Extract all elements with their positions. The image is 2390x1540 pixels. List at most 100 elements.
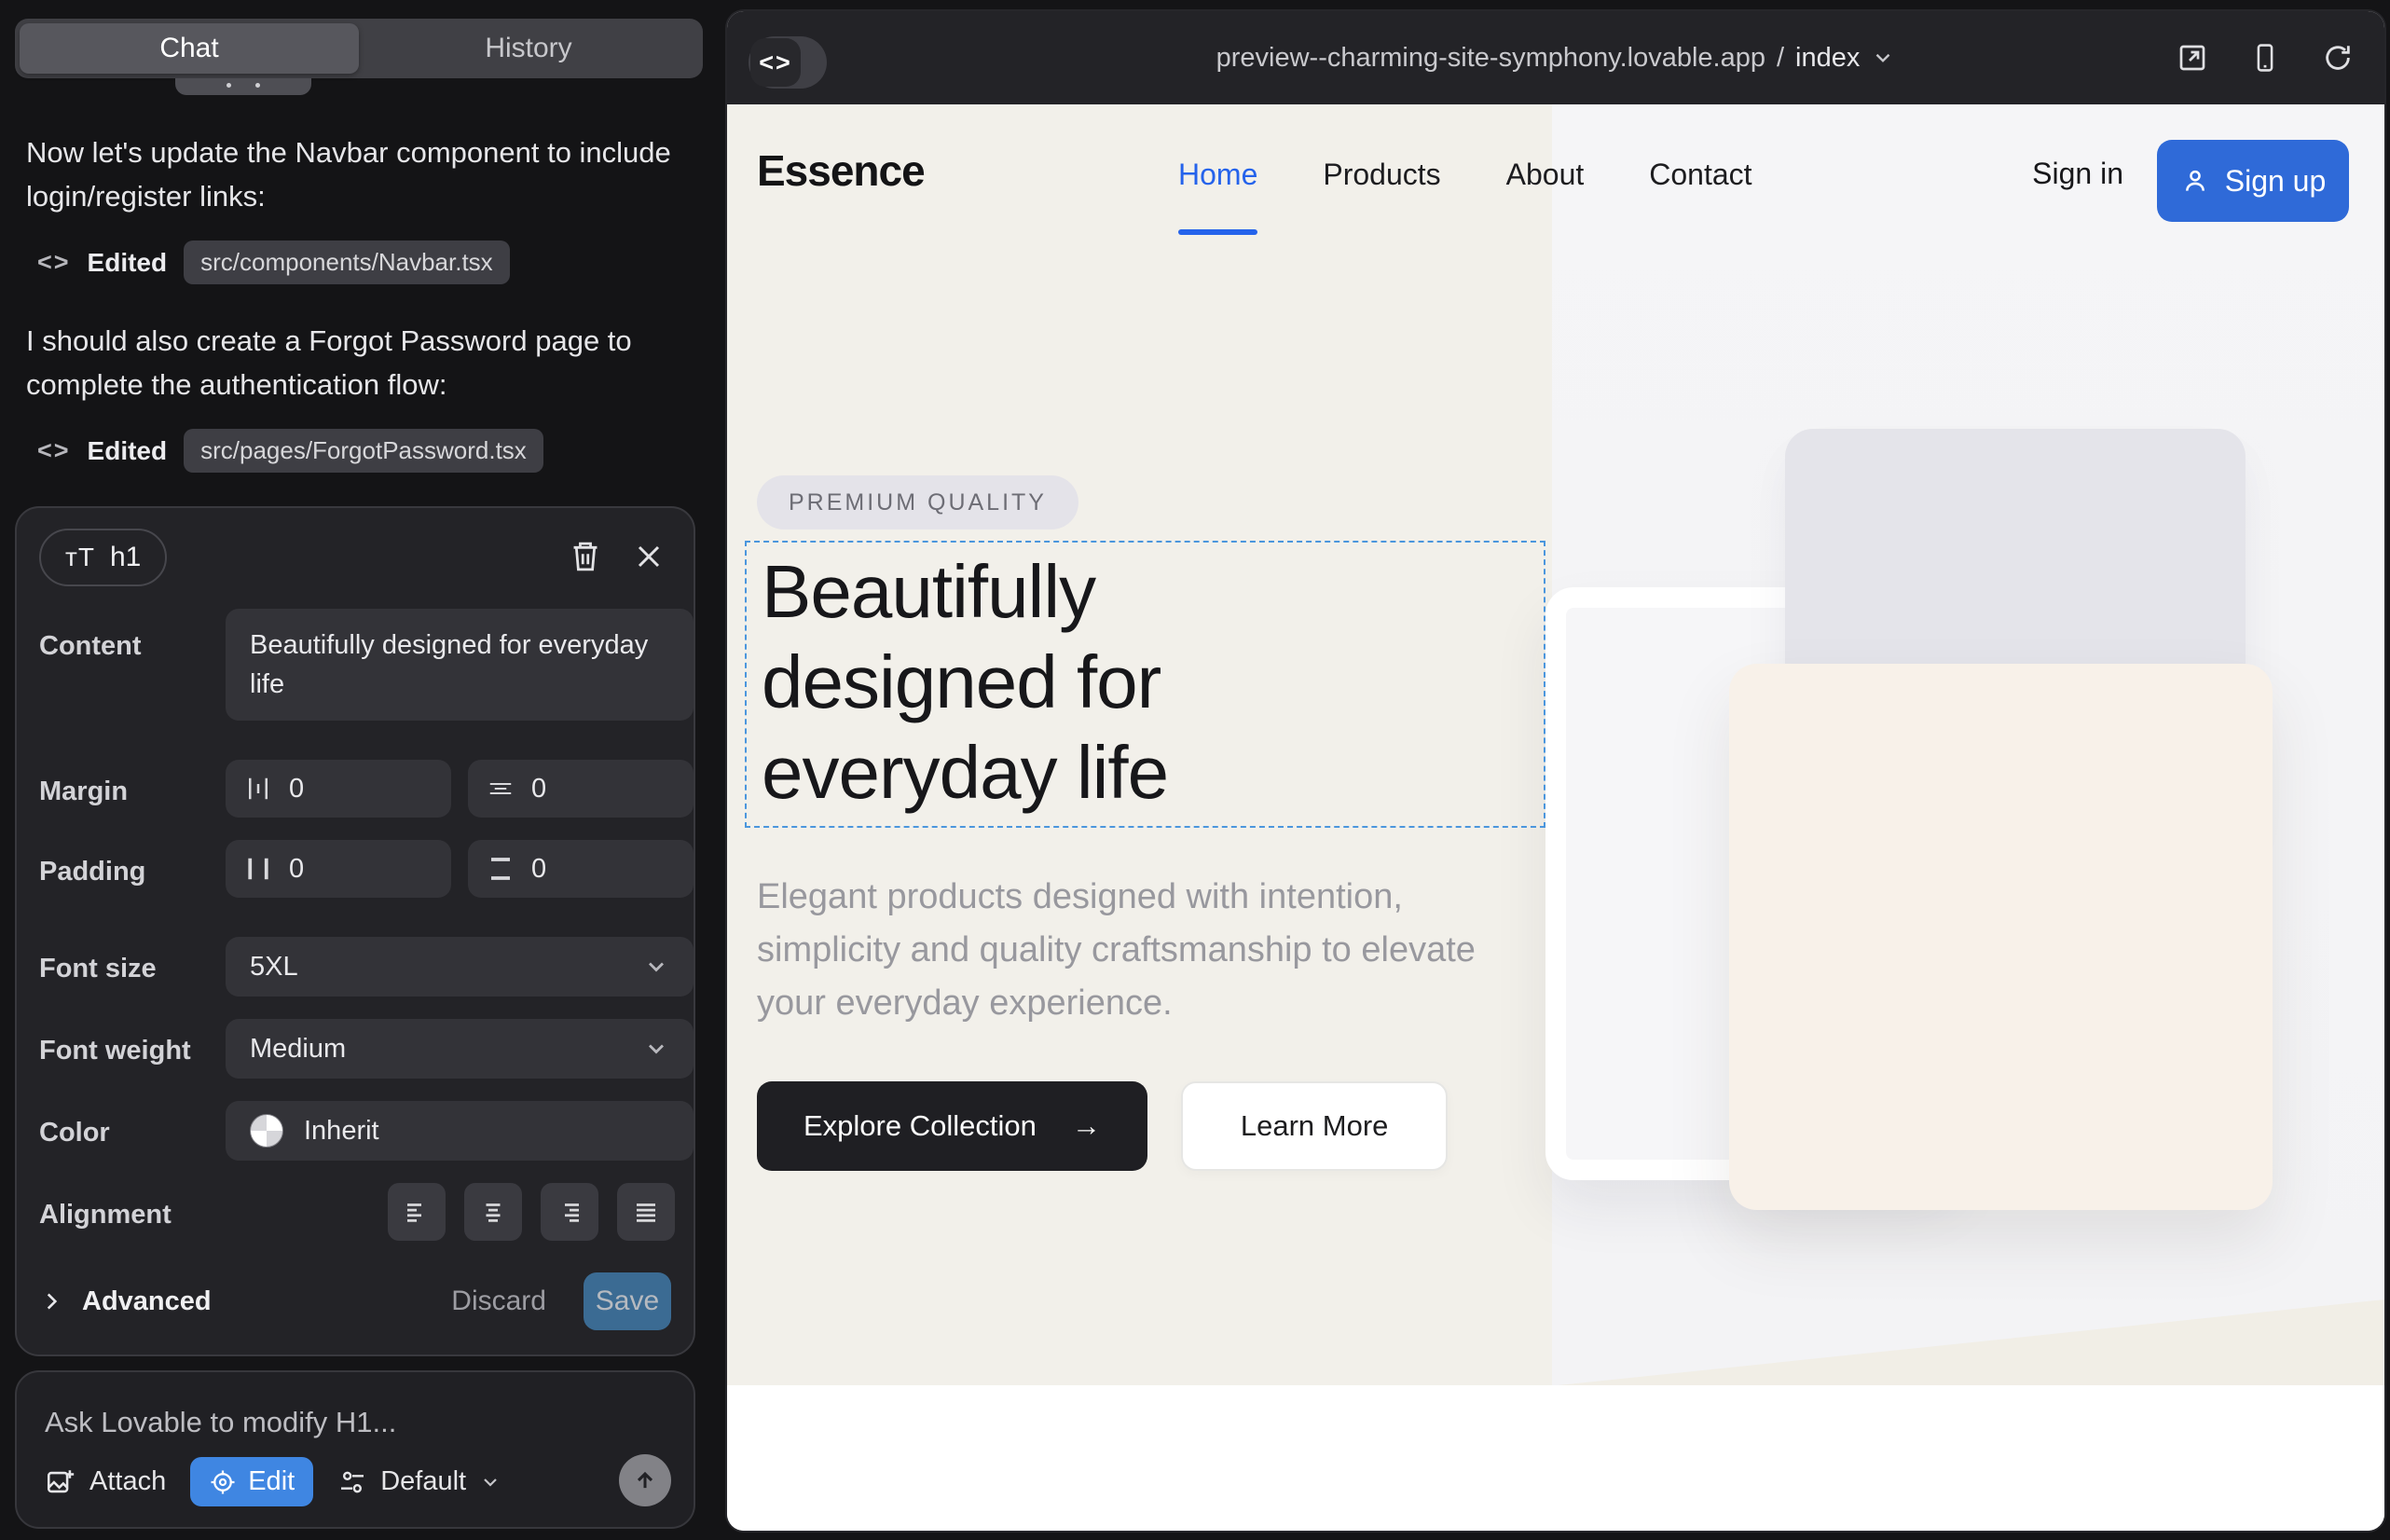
chat-history-tabbar: Chat History bbox=[15, 19, 703, 78]
close-icon bbox=[639, 547, 658, 566]
edit-mode-button[interactable]: Edit bbox=[190, 1457, 313, 1506]
padding-vertical-icon bbox=[487, 855, 515, 883]
preview-toolbar: <> preview--charming-site-symphony.lovab… bbox=[727, 11, 2384, 104]
typography-icon: ᴛT bbox=[65, 543, 95, 572]
tab-chat[interactable]: Chat bbox=[20, 23, 359, 74]
padding-label: Padding bbox=[39, 857, 145, 887]
attach-image-icon bbox=[45, 1466, 76, 1498]
align-right-button[interactable] bbox=[541, 1183, 598, 1241]
padding-y-input[interactable]: 0 bbox=[468, 840, 694, 898]
margin-x-input[interactable]: 0 bbox=[226, 760, 451, 818]
element-tag-pill[interactable]: ᴛT h1 bbox=[39, 529, 167, 586]
sliders-icon bbox=[337, 1467, 367, 1497]
padding-horizontal-icon bbox=[244, 855, 272, 883]
align-left-button[interactable] bbox=[388, 1183, 446, 1241]
site-nav-links: Home Products About Contact bbox=[1178, 104, 1752, 244]
learn-more-button[interactable]: Learn More bbox=[1181, 1081, 1449, 1171]
nav-link-contact[interactable]: Contact bbox=[1649, 158, 1751, 192]
chevron-down-icon bbox=[643, 954, 669, 980]
hero-paragraph: Elegant products designed with intention… bbox=[757, 871, 1493, 1030]
content-input[interactable]: Beautifully designed for everyday life bbox=[226, 609, 694, 721]
chevron-down-icon bbox=[1871, 46, 1895, 70]
code-icon: <> bbox=[37, 248, 71, 277]
content-label: Content bbox=[39, 631, 142, 662]
hero-cta-row: Explore Collection → Learn More bbox=[757, 1081, 1448, 1171]
prompt-composer: Ask Lovable to modify H1... Attach Edit bbox=[15, 1370, 695, 1529]
truncated-scrolled-chip bbox=[175, 78, 311, 95]
edited-file-chip[interactable]: src/components/Navbar.tsx bbox=[184, 241, 510, 284]
prompt-actions: Attach Edit Default bbox=[45, 1457, 501, 1506]
preview-controls bbox=[2174, 11, 2356, 104]
hero-badge: PREMIUM QUALITY bbox=[757, 475, 1078, 529]
arrow-right-icon: → bbox=[1072, 1109, 1101, 1143]
align-justify-button[interactable] bbox=[617, 1183, 675, 1241]
refresh-button[interactable] bbox=[2319, 39, 2356, 76]
decorative-card-beige bbox=[1729, 664, 2273, 1210]
trash-icon bbox=[574, 543, 598, 570]
preview-url-bar[interactable]: preview--charming-site-symphony.lovable.… bbox=[727, 11, 2384, 104]
nav-link-products[interactable]: Products bbox=[1323, 158, 1440, 192]
assistant-message: I should also create a Forgot Password p… bbox=[26, 319, 679, 406]
site-navbar: Essence Home Products About Contact Sign… bbox=[727, 104, 2384, 244]
url-separator: / bbox=[1777, 43, 1784, 74]
url-path: index bbox=[1795, 43, 1860, 74]
sign-up-button[interactable]: Sign up bbox=[2157, 140, 2349, 222]
advanced-toggle[interactable]: Advanced bbox=[39, 1286, 212, 1317]
padding-x-input[interactable]: 0 bbox=[226, 840, 451, 898]
code-icon: <> bbox=[37, 436, 71, 465]
chevron-down-icon bbox=[479, 1471, 501, 1493]
prompt-input[interactable]: Ask Lovable to modify H1... bbox=[45, 1406, 396, 1439]
margin-label: Margin bbox=[39, 777, 128, 807]
font-size-label: Font size bbox=[39, 954, 157, 984]
element-tag: h1 bbox=[110, 542, 141, 573]
refresh-icon bbox=[2322, 42, 2354, 74]
explore-collection-button[interactable]: Explore Collection → bbox=[757, 1081, 1147, 1171]
attach-button[interactable]: Attach bbox=[45, 1466, 166, 1498]
chat-panel: Chat History Now let's update the Navbar… bbox=[0, 0, 710, 1540]
font-size-select[interactable]: 5XL bbox=[226, 937, 694, 997]
url-host: preview--charming-site-symphony.lovable.… bbox=[1216, 43, 1765, 74]
lovable-app: Chat History Now let's update the Navbar… bbox=[0, 0, 2390, 1540]
edited-file-chip[interactable]: src/pages/ForgotPassword.tsx bbox=[184, 429, 543, 473]
smartphone-icon bbox=[2249, 42, 2281, 74]
preview-window: <> preview--charming-site-symphony.lovab… bbox=[727, 11, 2384, 1531]
external-link-icon bbox=[2176, 41, 2209, 75]
delete-element-button[interactable] bbox=[565, 536, 606, 577]
color-swatch bbox=[250, 1114, 283, 1148]
margin-y-input[interactable]: 0 bbox=[468, 760, 694, 818]
margin-vertical-icon bbox=[487, 775, 515, 803]
user-icon bbox=[2180, 166, 2210, 196]
edited-file-row: <> Edited src/components/Navbar.tsx bbox=[37, 241, 510, 284]
font-weight-label: Font weight bbox=[39, 1036, 191, 1066]
edited-label: Edited bbox=[88, 248, 168, 278]
mobile-view-button[interactable] bbox=[2246, 39, 2284, 76]
nav-link-about[interactable]: About bbox=[1506, 158, 1585, 192]
margin-horizontal-icon bbox=[244, 775, 272, 803]
element-editor-panel: ᴛT h1 Content Beautifully designed for e… bbox=[15, 506, 695, 1356]
tab-history[interactable]: History bbox=[359, 23, 698, 74]
edited-label: Edited bbox=[88, 436, 168, 466]
selected-h1-outline[interactable]: Beautifully designed for everyday life bbox=[745, 541, 1545, 828]
nav-link-home[interactable]: Home bbox=[1178, 158, 1257, 192]
align-center-button[interactable] bbox=[464, 1183, 522, 1241]
assistant-message: Now let's update the Navbar component to… bbox=[26, 131, 679, 218]
target-icon bbox=[209, 1468, 237, 1496]
hero-heading[interactable]: Beautifully designed for everyday life bbox=[762, 546, 1377, 818]
editor-footer: Advanced Discard Save bbox=[39, 1272, 671, 1330]
open-external-button[interactable] bbox=[2174, 39, 2211, 76]
discard-button[interactable]: Discard bbox=[451, 1286, 546, 1317]
save-button[interactable]: Save bbox=[584, 1272, 671, 1330]
chevron-down-icon bbox=[643, 1036, 669, 1062]
arrow-up-icon bbox=[632, 1467, 658, 1493]
edited-file-row: <> Edited src/pages/ForgotPassword.tsx bbox=[37, 429, 543, 473]
font-weight-select[interactable]: Medium bbox=[226, 1019, 694, 1079]
alignment-group bbox=[17, 1183, 694, 1241]
close-editor-button[interactable] bbox=[628, 536, 669, 577]
chevron-right-icon bbox=[39, 1289, 63, 1313]
sign-in-link[interactable]: Sign in bbox=[2032, 157, 2123, 191]
model-selector[interactable]: Default bbox=[337, 1466, 501, 1497]
color-select[interactable]: Inherit bbox=[226, 1101, 694, 1161]
rendered-site: Essence Home Products About Contact Sign… bbox=[727, 104, 2384, 1531]
site-logo[interactable]: Essence bbox=[757, 145, 925, 196]
send-button[interactable] bbox=[619, 1454, 671, 1506]
